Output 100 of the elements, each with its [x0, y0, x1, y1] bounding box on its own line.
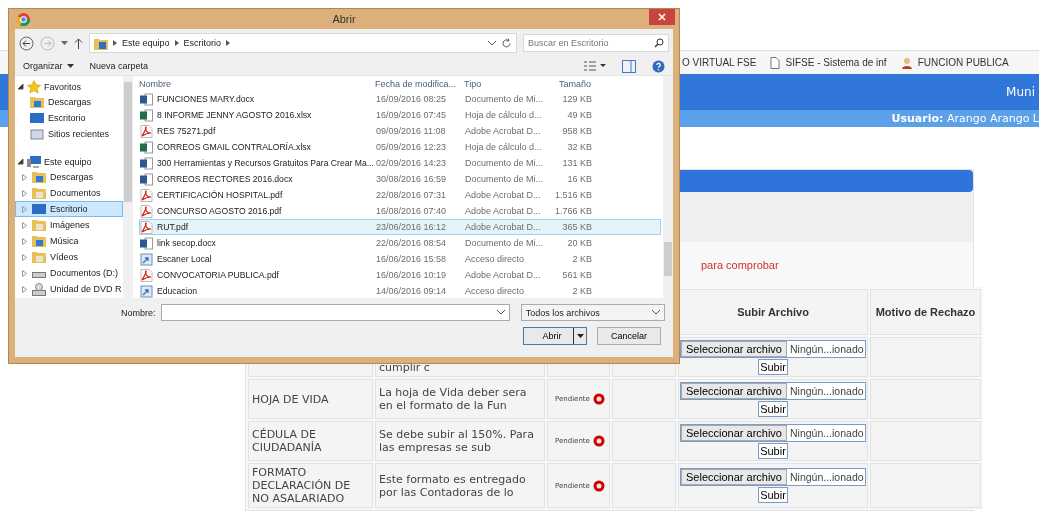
- back-icon[interactable]: [19, 35, 34, 51]
- file-status: Ningún...ionado: [789, 426, 865, 439]
- nav-item[interactable]: Escritorio: [15, 110, 123, 126]
- file-name-field[interactable]: [160, 304, 510, 321]
- scrollbar[interactable]: [663, 76, 673, 298]
- expand-arrow-icon[interactable]: [17, 158, 24, 165]
- file-row[interactable]: Escaner Local 16/06/2016 15:58 Acceso directo 2 KB: [139, 251, 661, 267]
- address-bar[interactable]: Este equipo Escritorio: [89, 33, 517, 53]
- word-file-icon: [140, 172, 153, 186]
- recent-places-icon: [30, 127, 44, 141]
- page-icon: [770, 56, 781, 69]
- file-status: Ningún...ionado: [789, 384, 865, 397]
- header-title: Muni: [1006, 85, 1035, 99]
- choose-file-button[interactable]: Seleccionar archivo: [681, 424, 787, 441]
- dropdown-icon[interactable]: [496, 310, 505, 315]
- column-header: Subir Archivo: [737, 306, 809, 318]
- open-button[interactable]: Abrir: [523, 327, 587, 345]
- nav-item[interactable]: Unidad de DVD R: [15, 281, 123, 297]
- pdf-file-icon: [140, 124, 153, 138]
- chevron-icon[interactable]: [113, 40, 117, 46]
- up-arrow-icon[interactable]: [74, 37, 83, 49]
- nav-item[interactable]: Descargas: [15, 169, 123, 185]
- breadcrumb-item[interactable]: Escritorio: [183, 38, 222, 48]
- nav-item[interactable]: Escritorio: [15, 201, 123, 217]
- close-icon: [658, 13, 666, 21]
- star-icon: [27, 79, 41, 94]
- file-row[interactable]: RES 75271.pdf 09/09/2016 11:08 Adobe Acrobat D... 958 KB: [139, 123, 661, 139]
- close-button[interactable]: [649, 9, 675, 25]
- nav-item[interactable]: Imágenes: [15, 217, 123, 233]
- upload-button[interactable]: Subir: [758, 400, 788, 417]
- help-icon[interactable]: [652, 59, 665, 73]
- nav-item[interactable]: Música: [15, 233, 123, 249]
- choose-file-button[interactable]: Seleccionar archivo: [681, 382, 787, 399]
- chevron-icon[interactable]: [226, 40, 231, 46]
- folder-icon: [32, 234, 46, 248]
- file-type-dropdown[interactable]: Todos los archivos: [520, 304, 665, 321]
- bookmark-link[interactable]: O VIRTUAL FSE: [682, 57, 757, 68]
- document-name: HOJA DE VIDA: [252, 392, 329, 406]
- pdf-file-icon: [140, 188, 153, 202]
- file-row[interactable]: RUT.pdf 23/06/2016 16:12 Adobe Acrobat D... 365 KB: [139, 219, 661, 235]
- file-row[interactable]: Educacion 14/06/2016 09:14 Acceso directo 2 KB: [139, 283, 661, 298]
- word-file-icon: [140, 236, 153, 250]
- file-row[interactable]: CORREOS RECTORES 2016.docx 30/08/2016 16:59 Documento de Mi... 16 KB: [139, 171, 661, 187]
- file-row[interactable]: CORREOS GMAIL CONTRALORÍA.xlsx 05/09/2016 12:23 Hoja de cálculo d... 32 KB: [139, 139, 661, 155]
- user-info: Usuario: Arango Arango L: [891, 112, 1039, 125]
- column-header[interactable]: Tamaño: [549, 78, 591, 89]
- file-row[interactable]: CONCURSO AGOSTO 2016.pdf 16/08/2016 07:40 Adobe Acrobat D... 1.766 KB: [139, 203, 661, 219]
- nav-item[interactable]: Sitios recientes: [15, 126, 123, 142]
- pdf-file-icon: [140, 220, 153, 234]
- view-options-icon[interactable]: [584, 61, 606, 71]
- upload-button[interactable]: Subir: [758, 358, 788, 375]
- upload-button[interactable]: Subir: [758, 442, 788, 459]
- word-file-icon: [140, 156, 153, 170]
- bookmark-link[interactable]: FUNCION PUBLICA: [900, 56, 1009, 69]
- word-file-icon: [140, 92, 153, 106]
- nav-item[interactable]: Vídeos: [15, 249, 123, 265]
- chevron-icon[interactable]: [174, 40, 179, 46]
- preview-pane-icon[interactable]: [622, 59, 636, 73]
- choose-file-button[interactable]: Seleccionar archivo: [681, 340, 787, 357]
- column-header[interactable]: Tipo: [464, 78, 549, 89]
- nav-item[interactable]: Documentos (D:): [15, 265, 123, 281]
- file-status: Ningún...ionado: [789, 471, 865, 483]
- column-header[interactable]: Fecha de modifica...: [375, 78, 464, 89]
- computer-icon: [27, 155, 41, 168]
- dropdown-icon[interactable]: [488, 40, 496, 46]
- cancel-button[interactable]: Cancelar: [597, 327, 661, 345]
- breadcrumb-item[interactable]: Este equipo: [122, 38, 170, 48]
- column-header[interactable]: Nombre: [139, 78, 375, 89]
- column-header: Motivo de Rechazo: [875, 306, 976, 318]
- dropdown-icon: [652, 310, 660, 315]
- search-icon: [654, 38, 664, 48]
- organize-menu[interactable]: Organizar: [23, 61, 74, 71]
- file-row[interactable]: 300 Herramientas y Recursos Gratuitos Para Crear Ma... 02/09/2016 14:23 Documento de Mi... 131 KB: [139, 155, 661, 171]
- file-row[interactable]: CONVOCATORIA PUBLICA.pdf 16/06/2016 10:19 Adobe Acrobat D... 561 KB: [139, 267, 661, 283]
- file-row[interactable]: FUNCIONES MARY.docx 16/09/2016 08:25 Documento de Mi... 129 KB: [139, 91, 661, 107]
- pending-dot-icon: [592, 393, 605, 405]
- upload-button[interactable]: Subir: [758, 487, 788, 503]
- scrollbar[interactable]: [123, 76, 133, 298]
- document-name: FORMATO DECLARACIÓN DE NO ASALARIADO: [252, 466, 351, 505]
- nav-item[interactable]: Descargas: [15, 94, 123, 110]
- spreadsheet-file-icon: [140, 140, 153, 154]
- nav-group[interactable]: Favoritos: [44, 81, 81, 92]
- document-description: La hoja de Vida deber sera en el formato de la Fun: [379, 386, 527, 412]
- folder-icon: [94, 36, 108, 50]
- bookmark-link[interactable]: SIFSE - Sistema de inf: [770, 56, 887, 69]
- nav-item[interactable]: Documentos: [15, 185, 123, 201]
- folder-icon: [32, 218, 46, 232]
- file-row[interactable]: link secop.docx 22/06/2016 08:54 Documento de Mi... 20 KB: [139, 235, 661, 251]
- dropdown-icon[interactable]: [61, 40, 68, 46]
- choose-file-button[interactable]: Seleccionar archivo: [681, 469, 787, 485]
- expand-arrow-icon[interactable]: [17, 83, 24, 90]
- new-folder-button[interactable]: Nueva carpeta: [89, 61, 149, 71]
- file-row[interactable]: 8 INFORME JENNY AGOSTO 2016.xlsx 16/09/2016 07:45 Hoja de cálculo d... 49 KB: [139, 107, 661, 123]
- nav-group[interactable]: Este equipo: [44, 156, 92, 167]
- file-row[interactable]: CERTIFICACIÓN HOSPITAL.pdf 22/08/2016 07:31 Adobe Acrobat D... 1.516 KB: [139, 187, 661, 203]
- refresh-icon[interactable]: [501, 37, 512, 49]
- search-field[interactable]: Buscar en Escritorio: [523, 34, 669, 52]
- pdf-file-icon: [140, 268, 153, 282]
- folder-icon: [30, 95, 44, 109]
- person-icon: [900, 56, 913, 69]
